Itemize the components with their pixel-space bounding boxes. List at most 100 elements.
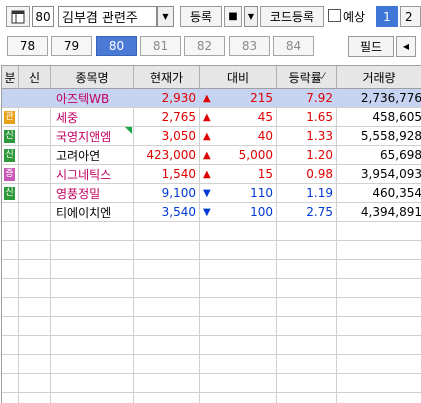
menu-dropdown-button[interactable]: ▼ bbox=[244, 6, 258, 27]
tab-82[interactable]: 82 bbox=[184, 36, 225, 56]
tab-80[interactable]: 80 bbox=[96, 36, 137, 56]
table-row[interactable]: 신 영풍정밀 9,100 ▼ 110 1.19 460,354 bbox=[2, 184, 421, 203]
empty-table-row bbox=[2, 222, 421, 241]
table-row[interactable]: 신 국영지앤엠 3,050 ▲ 40 1.33 5,558,928 bbox=[2, 127, 421, 146]
window-icon bbox=[11, 10, 25, 23]
up-arrow-icon: ▲ bbox=[203, 92, 211, 104]
header-rate[interactable]: 등락률 ⁄ bbox=[277, 66, 337, 89]
header-name[interactable]: 종목명 bbox=[51, 66, 134, 89]
change-cell: 100 bbox=[250, 205, 273, 219]
header-price[interactable]: 현재가 bbox=[134, 66, 200, 89]
code-register-button[interactable]: 코드등록 bbox=[260, 6, 324, 27]
stock-name[interactable]: 티에이치엔 bbox=[56, 203, 133, 221]
price-cell: 423,000 bbox=[146, 148, 196, 162]
expected-checkbox[interactable] bbox=[328, 9, 341, 22]
category-badge: 신 bbox=[4, 186, 15, 200]
category-cell bbox=[4, 89, 18, 107]
screen-icon-button[interactable] bbox=[6, 6, 30, 27]
tab-79[interactable]: 79 bbox=[51, 36, 92, 56]
up-arrow-icon: ▲ bbox=[203, 149, 211, 161]
down-arrow-icon: ▼ bbox=[203, 206, 211, 218]
empty-table-row bbox=[2, 374, 421, 393]
tab-83[interactable]: 83 bbox=[229, 36, 270, 56]
header-volume-label: 거래량 bbox=[362, 70, 396, 85]
empty-table-row bbox=[2, 336, 421, 355]
stock-name[interactable]: 세중 bbox=[56, 108, 133, 126]
screen-number-field[interactable]: 80 bbox=[32, 6, 54, 27]
empty-table-row bbox=[2, 298, 421, 317]
up-arrow-icon: ▲ bbox=[203, 168, 211, 180]
header-category-label: 분 bbox=[4, 70, 16, 85]
rate-cell: 1.19 bbox=[306, 186, 333, 200]
volume-cell: 2,736,776 bbox=[360, 91, 421, 105]
stock-name[interactable]: 시그네틱스 bbox=[56, 165, 133, 183]
stock-name[interactable]: 아즈텍WB bbox=[56, 89, 133, 107]
page-tab-2[interactable]: 2 bbox=[400, 6, 421, 27]
theme-dropdown-button[interactable]: ▼ bbox=[157, 6, 174, 27]
rate-cell: 0.98 bbox=[306, 167, 333, 181]
volume-cell: 4,394,891 bbox=[360, 205, 421, 219]
header-category[interactable]: 분 bbox=[2, 66, 19, 89]
category-badge: 관 bbox=[4, 110, 15, 124]
category-badge: 신 bbox=[4, 129, 15, 143]
tab-84[interactable]: 84 bbox=[273, 36, 314, 56]
table-row[interactable]: 티에이치엔 3,540 ▼ 100 2.75 4,394,891 bbox=[2, 203, 421, 222]
change-cell: 215 bbox=[250, 91, 273, 105]
table-row[interactable]: 관 세중 2,765 ▲ 45 1.65 458,605 bbox=[2, 108, 421, 127]
volume-cell: 3,954,093 bbox=[360, 167, 421, 181]
sort-icon[interactable]: ⁄ bbox=[323, 72, 325, 82]
table-row[interactable]: 아즈텍WB 2,930 ▲ 215 7.92 2,736,776 bbox=[2, 89, 421, 108]
screen-number: 80 bbox=[35, 9, 51, 24]
rate-cell: 1.65 bbox=[306, 110, 333, 124]
tab-78[interactable]: 78 bbox=[7, 36, 48, 56]
category-cell: 관 bbox=[4, 108, 18, 126]
note-corner-icon bbox=[125, 127, 133, 135]
down-arrow-icon: ▼ bbox=[203, 187, 211, 199]
page-tab-1[interactable]: 1 bbox=[376, 6, 398, 27]
register-button[interactable]: 등록 bbox=[180, 6, 222, 27]
price-cell: 9,100 bbox=[161, 186, 196, 200]
price-cell: 2,930 bbox=[161, 91, 196, 105]
change-cell: 5,000 bbox=[238, 148, 273, 162]
empty-table-row bbox=[2, 317, 421, 336]
square-icon: ■ bbox=[228, 11, 238, 22]
change-cell: 40 bbox=[257, 129, 273, 143]
stock-name[interactable]: 국영지앤엠 bbox=[56, 127, 133, 145]
price-cell: 2,765 bbox=[161, 110, 196, 124]
scroll-left-button[interactable]: ◀ bbox=[396, 36, 416, 57]
category-cell: 신 bbox=[4, 146, 18, 164]
header-change[interactable]: 대비 bbox=[200, 66, 277, 89]
rate-cell: 1.20 bbox=[306, 148, 333, 162]
category-cell: 신 bbox=[4, 184, 18, 202]
stock-name[interactable]: 고려아연 bbox=[56, 146, 133, 164]
category-badge: 신 bbox=[4, 148, 15, 162]
up-arrow-icon: ▲ bbox=[203, 130, 211, 142]
header-credit[interactable]: 신 bbox=[19, 66, 51, 89]
tab-82-label: 82 bbox=[196, 39, 213, 53]
volume-cell: 460,354 bbox=[372, 186, 421, 200]
table-row[interactable]: 신 고려아연 423,000 ▲ 5,000 1.20 65,698 bbox=[2, 146, 421, 165]
header-credit-label: 신 bbox=[28, 70, 41, 85]
menu-square-button[interactable]: ■ bbox=[224, 6, 242, 27]
tab-78-label: 78 bbox=[19, 39, 36, 53]
tab-81[interactable]: 81 bbox=[140, 36, 181, 56]
chevron-left-icon: ◀ bbox=[402, 42, 410, 51]
theme-select[interactable]: 김부겸 관련주 bbox=[58, 6, 157, 27]
empty-table-row bbox=[2, 241, 421, 260]
category-cell: 신 bbox=[4, 127, 18, 145]
empty-table-row bbox=[2, 279, 421, 298]
tab-80-label: 80 bbox=[108, 39, 125, 53]
stock-name[interactable]: 영풍정밀 bbox=[56, 184, 133, 202]
page-tab-2-label: 2 bbox=[405, 9, 413, 24]
empty-table-row bbox=[2, 260, 421, 279]
empty-table-row bbox=[2, 355, 421, 374]
category-cell bbox=[4, 203, 18, 221]
table-row[interactable]: 증 시그네틱스 1,540 ▲ 15 0.98 3,954,093 bbox=[2, 165, 421, 184]
category-cell: 증 bbox=[4, 165, 18, 183]
header-volume[interactable]: 거래량 bbox=[337, 66, 421, 89]
header-name-label: 종목명 bbox=[75, 70, 109, 85]
tab-81-label: 81 bbox=[152, 39, 169, 53]
rate-cell: 2.75 bbox=[306, 205, 333, 219]
tab-79-label: 79 bbox=[63, 39, 80, 53]
field-button[interactable]: 필드 bbox=[348, 36, 394, 57]
